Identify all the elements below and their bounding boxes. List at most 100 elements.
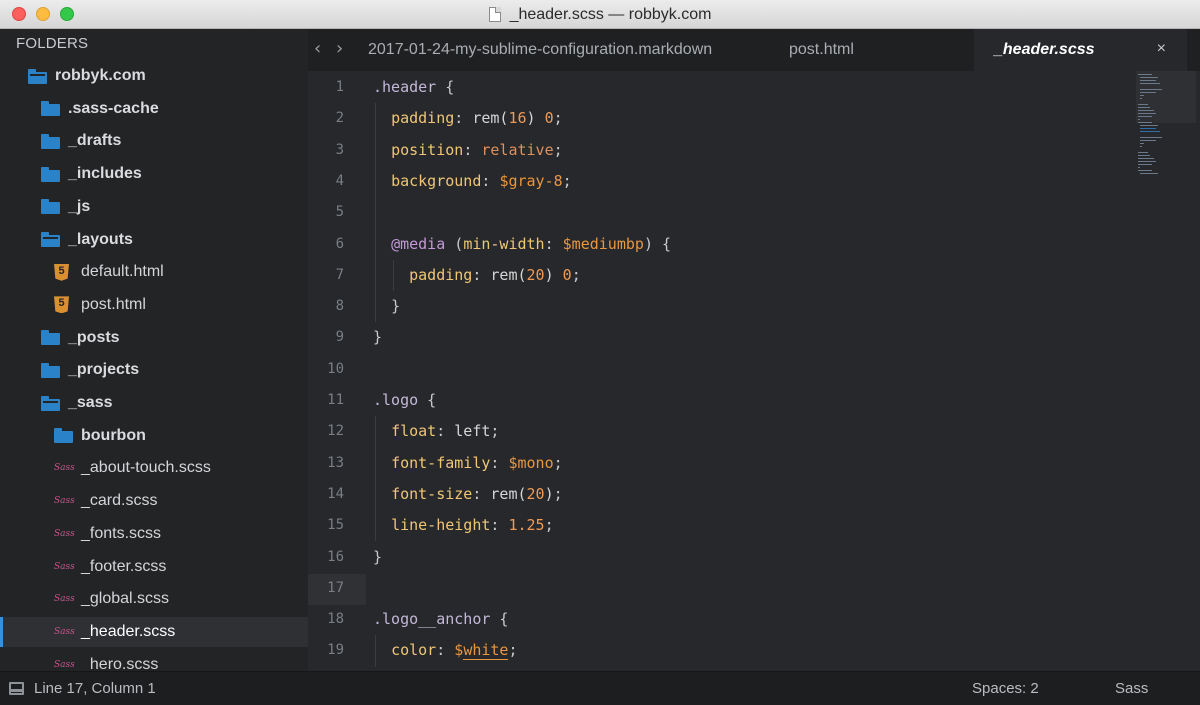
line-number: 15 — [327, 517, 344, 534]
syntax-setting[interactable]: Sass — [1115, 680, 1148, 697]
code-line[interactable]: @media (min-width: $mediumbp) { — [373, 235, 671, 253]
sidebar-item[interactable]: _js — [0, 192, 308, 222]
code-token: ; — [553, 140, 563, 159]
minimap-line — [1138, 158, 1154, 159]
minimap-line — [1138, 164, 1152, 165]
sidebar-item[interactable]: Sass _global.scss — [0, 584, 308, 614]
code-token: ) — [544, 265, 563, 284]
code-token: padding — [409, 265, 473, 284]
close-tab-icon[interactable]: × — [1157, 40, 1166, 58]
sidebar-item[interactable]: bourbon — [0, 421, 308, 451]
line-number: 16 — [327, 548, 344, 565]
indentation-setting[interactable]: Spaces: 2 — [972, 680, 1039, 697]
sidebar-item[interactable]: Sass _footer.scss — [0, 552, 308, 582]
sidebar-item[interactable]: Sass _header.scss — [0, 616, 308, 647]
code-line[interactable]: font-family: $mono; — [373, 454, 563, 472]
code-token: float — [391, 422, 437, 441]
code-token: background — [391, 171, 482, 190]
code-token: padding — [391, 109, 455, 128]
code-token: $ — [454, 641, 464, 660]
folder-icon — [41, 362, 60, 378]
minimap-line — [1140, 77, 1158, 78]
folders-header: FOLDERS — [16, 35, 89, 52]
indent-guide — [375, 103, 376, 323]
code-line[interactable]: padding: rem(16) 0; — [373, 109, 563, 127]
sidebar-item[interactable]: Sass _card.scss — [0, 486, 308, 516]
minimap[interactable] — [1136, 71, 1200, 671]
folder-icon — [41, 101, 60, 117]
code-token: line-height — [391, 516, 491, 535]
tab-label: 2017-01-24-my-sublime-configuration.mark… — [368, 41, 713, 58]
cursor-position: Line 17, Column 1 — [34, 680, 156, 697]
code-token: 20 — [526, 265, 545, 284]
code-editor[interactable]: 1 2 3 4 5 6 7 8 9 10 11 12 13 14 15 16 17 18 19 .header { … — [308, 71, 1200, 671]
code-token: @media — [391, 234, 446, 253]
minimap-line — [1140, 125, 1158, 126]
code-line[interactable]: background: $gray-8; — [373, 172, 572, 190]
code-line[interactable]: .header { — [373, 78, 454, 96]
sidebar-item[interactable]: robbyk.com — [0, 61, 308, 91]
code-line[interactable]: position: relative; — [373, 141, 563, 159]
sidebar-item[interactable]: _drafts — [0, 126, 308, 156]
code-token: .logo__anchor — [373, 610, 491, 629]
code-token: ; — [508, 641, 518, 660]
code-line[interactable]: } — [373, 328, 382, 346]
code-line[interactable]: line-height: 1.25; — [373, 516, 554, 534]
minimap-line — [1138, 152, 1148, 153]
code-token: min-width — [463, 234, 545, 253]
line-number: 8 — [335, 298, 344, 315]
code-token: ; — [490, 422, 500, 441]
minimap-line — [1138, 104, 1148, 105]
code-token: 1.25 — [508, 516, 545, 535]
sidebar-item[interactable]: Sass _about-touch.scss — [0, 453, 308, 483]
code-token: rem( — [490, 265, 527, 284]
sidebar: FOLDERS robbyk.com .sass-cache _drafts _inc… — [0, 29, 308, 671]
sidebar-item[interactable]: _layouts — [0, 225, 308, 255]
folder-icon — [54, 428, 73, 444]
code-token: } — [373, 328, 383, 347]
sidebar-item[interactable]: _projects — [0, 355, 308, 385]
code-token: color — [391, 641, 437, 660]
code-line[interactable]: color: $white; — [373, 641, 518, 661]
code-line[interactable]: .logo { — [373, 391, 436, 409]
tab-post-html[interactable]: post.html — [789, 29, 949, 71]
code-token: { — [490, 610, 509, 629]
nav-back-icon[interactable]: ‹ — [314, 38, 321, 59]
sidebar-item[interactable]: Sass _hero.scss — [0, 650, 308, 671]
tab-markdown[interactable]: 2017-01-24-my-sublime-configuration.mark… — [368, 29, 768, 71]
code-line[interactable]: } — [373, 297, 400, 315]
sidebar-item[interactable]: Sass _fonts.scss — [0, 519, 308, 549]
code-token: 0 — [544, 109, 554, 128]
minimap-line — [1138, 170, 1152, 171]
sass-icon: Sass — [54, 463, 75, 474]
code-line[interactable]: .logo__anchor { — [373, 610, 508, 628]
indent-guide — [375, 416, 376, 542]
sass-icon: Sass — [54, 594, 75, 605]
sidebar-item-label: _posts — [68, 328, 120, 346]
sidebar-item[interactable]: _includes — [0, 159, 308, 189]
sidebar-item-label: _about-touch.scss — [81, 459, 211, 477]
code-token: $mediumbp — [562, 234, 644, 253]
sidebar-item[interactable]: _sass — [0, 388, 308, 418]
sidebar-item[interactable]: .sass-cache — [0, 94, 308, 124]
open-folder-icon — [41, 232, 60, 247]
line-number: 12 — [327, 423, 344, 440]
sidebar-item[interactable]: _posts — [0, 323, 308, 353]
indent-guide — [375, 635, 376, 667]
app-window: _header.scss — robbyk.com FOLDERS robbyk… — [0, 0, 1200, 705]
line-number: 14 — [327, 485, 344, 502]
code-token: .logo — [373, 391, 419, 409]
code-token: $mono — [508, 453, 554, 472]
tab-header-scss[interactable]: _header.scss — [974, 29, 1187, 71]
panel-toggle-icon[interactable] — [9, 682, 24, 695]
nav-forward-icon[interactable]: › — [336, 38, 343, 59]
code-line[interactable]: } — [373, 548, 382, 566]
code-line[interactable]: padding: rem(20) 0; — [373, 266, 581, 284]
code-token: 16 — [508, 109, 527, 128]
sidebar-item[interactable]: 5 post.html — [0, 290, 308, 320]
line-number: 9 — [335, 329, 344, 346]
sidebar-item[interactable]: 5 default.html — [0, 257, 308, 287]
code-line[interactable]: font-size: rem(20); — [373, 485, 563, 503]
sidebar-item-label: default.html — [81, 263, 164, 281]
code-line[interactable]: float: left; — [373, 422, 499, 440]
